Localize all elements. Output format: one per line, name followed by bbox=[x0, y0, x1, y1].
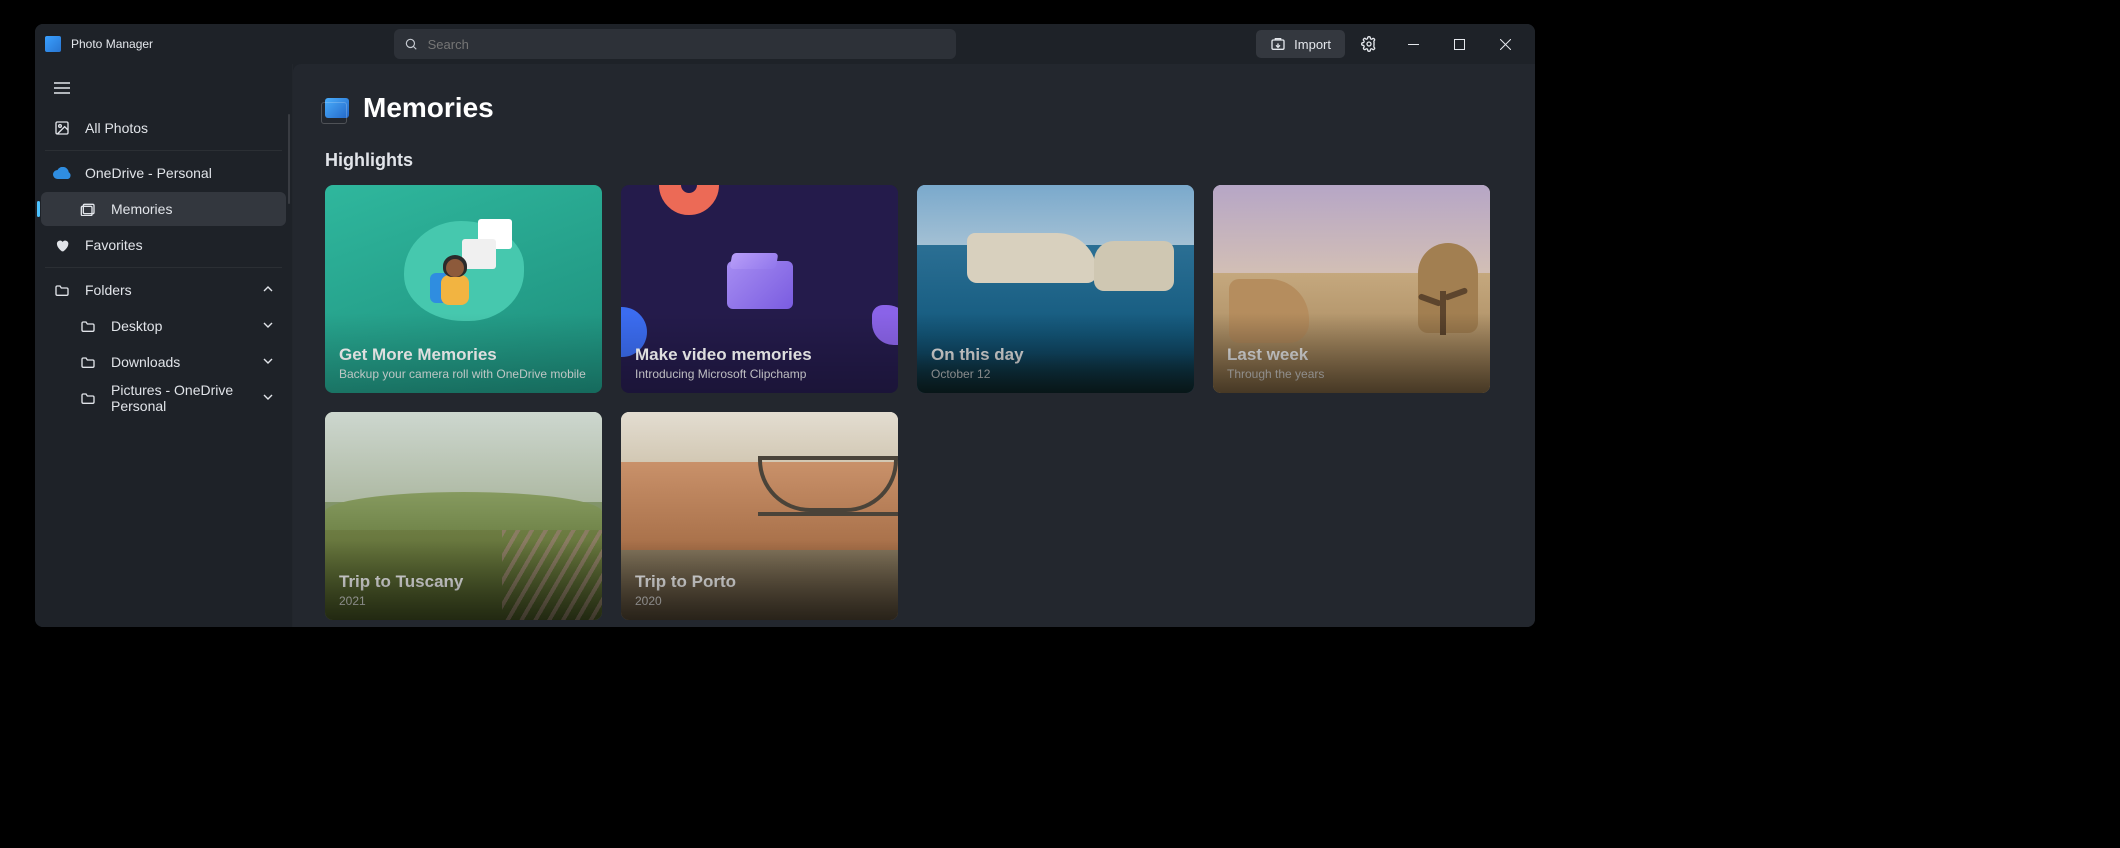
import-label: Import bbox=[1294, 37, 1331, 52]
sidebar-item-onedrive[interactable]: OneDrive - Personal bbox=[41, 156, 286, 190]
folder-icon bbox=[79, 317, 97, 335]
hamburger-icon bbox=[54, 82, 70, 94]
card-get-more-memories[interactable]: Get More Memories Backup your camera rol… bbox=[325, 185, 602, 393]
memories-icon bbox=[79, 200, 97, 218]
sidebar: All Photos OneDrive - Personal Memories bbox=[35, 64, 293, 627]
sidebar-item-pictures[interactable]: Pictures - OneDrive Personal bbox=[41, 381, 286, 415]
chevron-down-icon bbox=[262, 318, 274, 334]
page-title: Memories bbox=[363, 92, 494, 124]
sidebar-item-folders[interactable]: Folders bbox=[41, 273, 286, 307]
memories-page-icon bbox=[325, 98, 349, 118]
sidebar-item-desktop[interactable]: Desktop bbox=[41, 309, 286, 343]
settings-button[interactable] bbox=[1351, 29, 1387, 59]
card-subtitle: 2020 bbox=[635, 594, 884, 608]
sidebar-item-all-photos[interactable]: All Photos bbox=[41, 111, 286, 145]
search-icon bbox=[404, 37, 418, 51]
decorative-shape bbox=[659, 185, 719, 215]
card-clipchamp[interactable]: Make video memories Introducing Microsof… bbox=[621, 185, 898, 393]
onedrive-icon bbox=[53, 164, 71, 182]
close-button[interactable] bbox=[1485, 29, 1525, 59]
maximize-icon bbox=[1454, 39, 1465, 50]
folder-icon bbox=[53, 281, 71, 299]
card-title: Trip to Tuscany bbox=[339, 572, 588, 592]
card-title: Trip to Porto bbox=[635, 572, 884, 592]
gear-icon bbox=[1361, 36, 1377, 52]
folder-icon bbox=[79, 353, 97, 371]
card-subtitle: October 12 bbox=[931, 367, 1180, 381]
get-more-illustration bbox=[404, 211, 524, 321]
app-title: Photo Manager bbox=[71, 37, 153, 51]
chevron-up-icon bbox=[262, 282, 274, 298]
card-subtitle: Backup your camera roll with OneDrive mo… bbox=[339, 367, 588, 381]
clipchamp-icon bbox=[727, 253, 793, 309]
sidebar-item-memories[interactable]: Memories bbox=[41, 192, 286, 226]
sidebar-item-label: Memories bbox=[111, 201, 172, 217]
card-title: Get More Memories bbox=[339, 345, 588, 365]
minimize-button[interactable] bbox=[1393, 29, 1433, 59]
card-trip-porto[interactable]: Trip to Porto 2020 bbox=[621, 412, 898, 620]
sidebar-scrollbar[interactable] bbox=[288, 114, 290, 204]
folder-icon bbox=[79, 389, 97, 407]
card-trip-tuscany[interactable]: Trip to Tuscany 2021 bbox=[325, 412, 602, 620]
decorative-shape bbox=[872, 305, 898, 345]
sidebar-item-label: OneDrive - Personal bbox=[85, 165, 212, 181]
decorative-shape bbox=[621, 307, 647, 357]
hamburger-button[interactable] bbox=[43, 72, 81, 104]
sidebar-item-label: Folders bbox=[85, 282, 132, 298]
card-subtitle: Introducing Microsoft Clipchamp bbox=[635, 367, 884, 381]
card-title: Last week bbox=[1227, 345, 1476, 365]
maximize-button[interactable] bbox=[1439, 29, 1479, 59]
search-input[interactable] bbox=[428, 37, 946, 52]
card-title: On this day bbox=[931, 345, 1180, 365]
chevron-down-icon bbox=[262, 390, 274, 406]
chevron-down-icon bbox=[262, 354, 274, 370]
sidebar-item-label: Favorites bbox=[85, 237, 143, 253]
sidebar-item-label: Desktop bbox=[111, 318, 162, 334]
sidebar-item-favorites[interactable]: Favorites bbox=[41, 228, 286, 262]
titlebar: Photo Manager Import bbox=[35, 24, 1535, 64]
app-icon bbox=[45, 36, 61, 52]
minimize-icon bbox=[1408, 39, 1419, 50]
app-window: Photo Manager Import bbox=[35, 24, 1535, 627]
sidebar-item-label: Downloads bbox=[111, 354, 180, 370]
card-subtitle: Through the years bbox=[1227, 367, 1476, 381]
close-icon bbox=[1500, 39, 1511, 50]
photos-icon bbox=[53, 119, 71, 137]
sidebar-item-label: Pictures - OneDrive Personal bbox=[111, 382, 248, 414]
card-last-week[interactable]: Last week Through the years bbox=[1213, 185, 1490, 393]
card-on-this-day[interactable]: On this day October 12 bbox=[917, 185, 1194, 393]
sidebar-item-downloads[interactable]: Downloads bbox=[41, 345, 286, 379]
import-icon bbox=[1270, 36, 1286, 52]
card-subtitle: 2021 bbox=[339, 594, 588, 608]
sidebar-item-label: All Photos bbox=[85, 120, 148, 136]
search-box[interactable] bbox=[394, 29, 956, 59]
import-button[interactable]: Import bbox=[1256, 30, 1345, 58]
card-title: Make video memories bbox=[635, 345, 884, 365]
section-title-highlights: Highlights bbox=[325, 150, 1503, 171]
content-area: Memories Highlights Get More Memories Ba… bbox=[293, 64, 1535, 627]
cards-grid: Get More Memories Backup your camera rol… bbox=[325, 185, 1503, 620]
heart-icon bbox=[53, 236, 71, 254]
